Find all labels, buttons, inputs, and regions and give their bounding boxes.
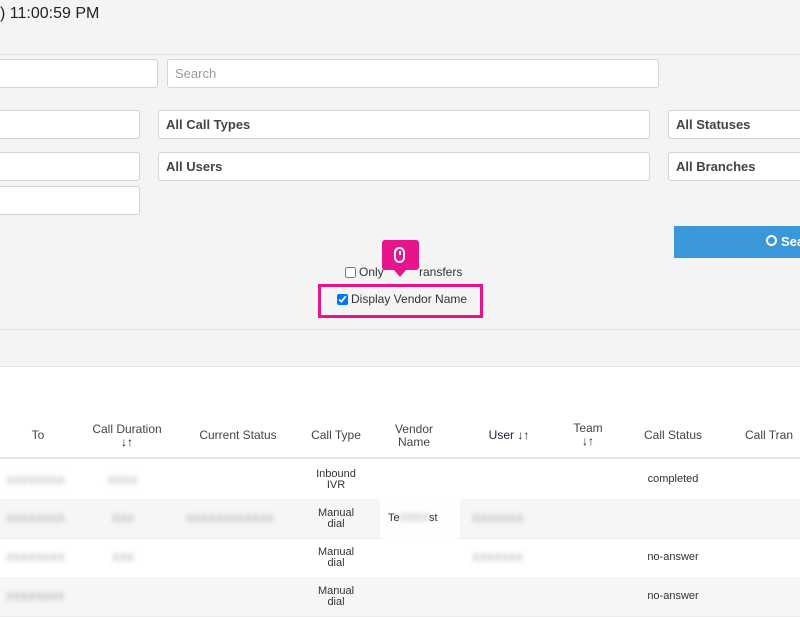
only-transfers-label-a: Only xyxy=(359,265,384,279)
table-header-divider xyxy=(0,457,800,459)
sort-icon[interactable]: ↓↑ xyxy=(84,436,170,449)
filter-input-left-4[interactable] xyxy=(0,186,140,215)
row-3-user-redacted: XXXXXXX xyxy=(472,552,524,564)
sort-icon[interactable]: ↓↑ xyxy=(568,435,608,448)
row-2-user-redacted: XXXXXXX xyxy=(472,513,524,525)
col-to[interactable]: To xyxy=(24,429,52,442)
row-4-to-redacted: XXXXXXXX xyxy=(6,591,65,603)
current-time: ) 11:00:59 PM xyxy=(0,5,100,22)
col-call-status[interactable]: Call Status xyxy=(638,429,708,442)
row-2-call-type: Manual dial xyxy=(317,507,355,530)
col-call-duration-label: Call Duration xyxy=(92,422,162,436)
row-1-duration-redacted: XXXX xyxy=(108,475,138,487)
col-current-status[interactable]: Current Status xyxy=(194,429,282,442)
col-call-duration[interactable]: Call Duration ↓↑ xyxy=(84,423,170,449)
top-bar xyxy=(0,0,800,55)
filter-input-left-1[interactable] xyxy=(0,59,158,88)
mouse-icon xyxy=(394,247,405,263)
filter-input-left-3[interactable] xyxy=(0,152,140,181)
row-2-vendor-name: TeXXXXst xyxy=(388,512,438,524)
only-transfers-checkbox[interactable] xyxy=(345,267,356,278)
row-2-status-redacted: XXXXXXXXXXXX xyxy=(186,513,275,525)
statuses-select[interactable]: All Statuses xyxy=(668,110,800,139)
filter-input-left-2[interactable] xyxy=(0,110,140,139)
row-2-duration-redacted: XXX xyxy=(112,513,135,525)
section-divider xyxy=(0,329,800,330)
col-call-type[interactable]: Call Type xyxy=(306,429,366,442)
branches-select[interactable]: All Branches xyxy=(668,152,800,181)
row-1-call-status: completed xyxy=(647,473,699,485)
sort-icon[interactable]: ↓↑ xyxy=(517,428,529,442)
search-button[interactable]: Sea xyxy=(674,226,800,258)
row-1-to-redacted: XXXXXXXX xyxy=(6,475,65,487)
col-team-label: Team xyxy=(573,421,603,435)
col-call-transfer[interactable]: Call Tran xyxy=(745,429,800,442)
users-select[interactable]: All Users xyxy=(158,152,650,181)
row-4-call-status: no-answer xyxy=(647,590,699,602)
search-button-label: Sea xyxy=(781,234,800,249)
call-types-select[interactable]: All Call Types xyxy=(158,110,650,139)
col-vendor-name-line-1: Vendor xyxy=(394,422,434,436)
col-user-label: User xyxy=(488,428,514,442)
row-4-call-type: Manual dial xyxy=(317,585,355,608)
search-icon xyxy=(766,235,777,246)
col-team[interactable]: Team ↓↑ xyxy=(568,422,608,448)
row-3-duration-redacted: XXX xyxy=(112,552,135,564)
col-vendor-name[interactable]: Vendor Name xyxy=(386,423,442,449)
row-3-call-type: Manual dial xyxy=(317,546,355,569)
row-2-to-redacted: XXXXXXXX xyxy=(6,513,65,525)
row-3-call-status: no-answer xyxy=(647,551,699,563)
only-transfers-label-b: ransfers xyxy=(419,265,463,279)
row-3-to-redacted: XXXXXXXX xyxy=(6,552,65,564)
search-input[interactable]: Search xyxy=(167,59,659,88)
row-1-call-type: Inbound IVR xyxy=(316,468,356,491)
only-transfers-option[interactable]: Only xyxy=(345,265,384,279)
click-highlight xyxy=(318,284,483,318)
col-user[interactable]: User ↓↑ xyxy=(484,429,534,442)
col-vendor-name-line-2: Name xyxy=(397,435,430,449)
